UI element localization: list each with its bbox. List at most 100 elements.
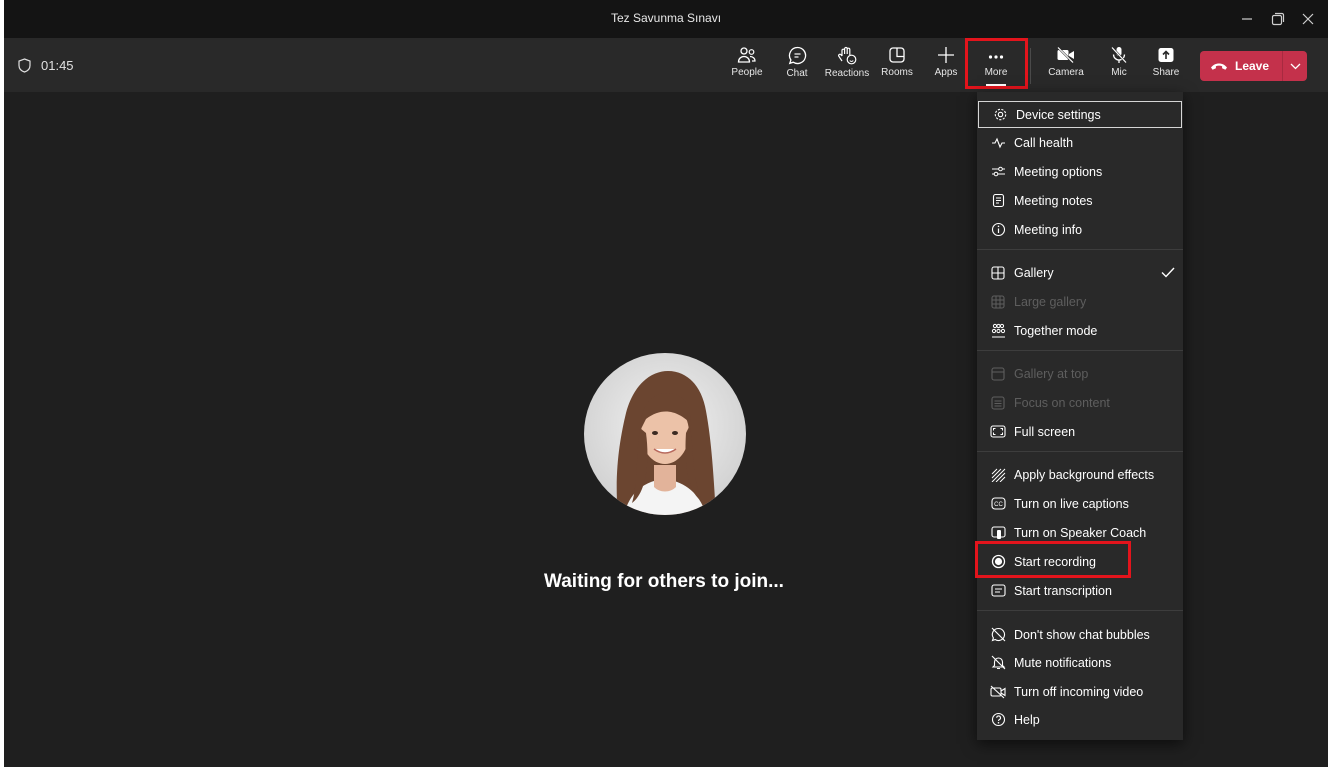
plus-icon <box>938 47 954 63</box>
leave-label: Leave <box>1235 59 1270 73</box>
chat-button[interactable]: Chat <box>784 46 810 86</box>
minimize-button[interactable] <box>1233 6 1261 32</box>
rooms-icon <box>889 47 905 63</box>
pulse-icon <box>990 135 1006 151</box>
menu-label: Focus on content <box>1014 395 1110 410</box>
chevron-down-icon <box>1290 63 1300 69</box>
menu-item-device-settings[interactable]: Device settings <box>978 101 1182 128</box>
menu-item-gallery[interactable]: Gallery <box>977 259 1183 286</box>
apps-label: Apps <box>934 67 958 78</box>
menu-item-chat-bubbles[interactable]: Don't show chat bubbles <box>977 621 1183 648</box>
menu-label: Meeting info <box>1014 222 1083 237</box>
menu-divider <box>977 249 1183 250</box>
reactions-button[interactable]: Reactions <box>824 46 870 86</box>
menu-label: Gallery at top <box>1014 366 1089 381</box>
video-off-icon <box>990 684 1006 700</box>
close-icon <box>1302 13 1314 25</box>
leave-main[interactable]: Leave <box>1200 59 1282 73</box>
menu-label: Full screen <box>1014 424 1076 439</box>
help-icon <box>990 712 1006 728</box>
mic-label: Mic <box>1111 67 1127 78</box>
avatar-photo <box>584 353 746 515</box>
info-icon <box>990 222 1006 238</box>
menu-label: Turn on live captions <box>1014 496 1129 511</box>
menu-item-help[interactable]: Help <box>977 706 1183 733</box>
camera-off-icon <box>1057 46 1074 64</box>
large-grid-icon <box>990 294 1006 310</box>
menu-label: Start transcription <box>1014 583 1112 598</box>
menu-item-meeting-options[interactable]: Meeting options <box>977 158 1183 185</box>
phone-hangup-icon <box>1211 63 1227 70</box>
menu-label: Mute notifications <box>1014 655 1112 670</box>
people-button[interactable]: People <box>731 46 763 86</box>
menu-label: Apply background effects <box>1014 467 1155 482</box>
speaker-coach-icon <box>990 525 1006 541</box>
menu-item-turn-off-incoming-video[interactable]: Turn off incoming video <box>977 678 1183 705</box>
apps-button[interactable]: Apps <box>932 46 960 86</box>
together-icon <box>990 323 1006 339</box>
menu-divider <box>977 610 1183 611</box>
menu-label: Meeting options <box>1014 164 1103 179</box>
share-label: Share <box>1152 67 1180 78</box>
menu-item-meeting-info[interactable]: Meeting info <box>977 216 1183 243</box>
window-title: Tez Savunma Sınavı <box>610 11 722 25</box>
menu-item-mute-notifications[interactable]: Mute notifications <box>977 649 1183 676</box>
menu-item-start-transcription[interactable]: Start transcription <box>977 577 1183 604</box>
reactions-icon <box>838 46 857 65</box>
menu-divider <box>977 451 1183 452</box>
notes-icon <box>990 193 1006 209</box>
fullscreen-icon <box>990 424 1006 440</box>
rooms-button[interactable]: Rooms <box>881 46 913 86</box>
title-bar: Tez Savunma Sınavı <box>4 0 1328 38</box>
restore-icon <box>1271 12 1285 26</box>
menu-label: Don't show chat bubbles <box>1014 627 1150 642</box>
leave-options-button[interactable] <box>1283 63 1307 70</box>
menu-divider <box>977 350 1183 351</box>
gallery-top-icon <box>990 366 1006 382</box>
start-recording-highlight-box <box>975 541 1131 578</box>
waiting-message: Waiting for others to join... <box>544 571 784 592</box>
share-button[interactable]: Share <box>1150 46 1182 86</box>
captions-icon: CC <box>990 496 1006 512</box>
menu-label: Help <box>1014 712 1040 727</box>
leave-button[interactable]: Leave <box>1200 51 1307 81</box>
menu-item-together-mode[interactable]: Together mode <box>977 317 1183 344</box>
menu-item-live-captions[interactable]: CC Turn on live captions <box>977 490 1183 517</box>
close-button[interactable] <box>1294 6 1322 32</box>
grid-icon <box>990 265 1006 281</box>
toolbar-separator <box>1030 48 1031 84</box>
focus-icon <box>990 395 1006 411</box>
menu-label: Call health <box>1014 135 1074 150</box>
meeting-toolbar: 01:45 People Chat Reactions Rooms Apps M… <box>4 38 1328 92</box>
camera-label: Camera <box>1048 67 1084 78</box>
share-icon <box>1158 48 1174 62</box>
chat-icon <box>788 46 806 65</box>
rooms-label: Rooms <box>881 67 913 78</box>
svg-text:CC: CC <box>994 502 1003 508</box>
menu-item-call-health[interactable]: Call health <box>977 129 1183 156</box>
chat-bubbles-off-icon <box>990 627 1006 643</box>
more-options-menu: Device settings Call health Meeting opti… <box>977 92 1183 740</box>
menu-item-gallery-at-top: Gallery at top <box>977 360 1183 387</box>
people-icon <box>737 47 756 63</box>
more-highlight-box <box>965 38 1028 89</box>
teams-meeting-window: Tez Savunma Sınavı 01:45 People Chat Rea… <box>4 0 1328 767</box>
menu-label: Together mode <box>1014 323 1098 338</box>
menu-item-apply-background-effects[interactable]: Apply background effects <box>977 461 1183 488</box>
menu-item-full-screen[interactable]: Full screen <box>977 418 1183 445</box>
meeting-timer: 01:45 <box>18 58 74 73</box>
mic-button[interactable]: Mic <box>1104 46 1134 86</box>
timer-text: 01:45 <box>41 58 74 73</box>
menu-label: Turn on Speaker Coach <box>1014 525 1147 540</box>
restore-button[interactable] <box>1264 6 1292 32</box>
camera-button[interactable]: Camera <box>1046 46 1086 86</box>
minimize-icon <box>1242 18 1252 20</box>
transcription-icon <box>990 583 1006 599</box>
sliders-icon <box>990 164 1006 180</box>
menu-item-meeting-notes[interactable]: Meeting notes <box>977 187 1183 214</box>
menu-item-large-gallery: Large gallery <box>977 288 1183 315</box>
menu-label: Gallery <box>1014 265 1054 280</box>
shield-icon <box>18 58 31 73</box>
people-label: People <box>731 67 763 78</box>
bell-off-icon <box>990 655 1006 671</box>
